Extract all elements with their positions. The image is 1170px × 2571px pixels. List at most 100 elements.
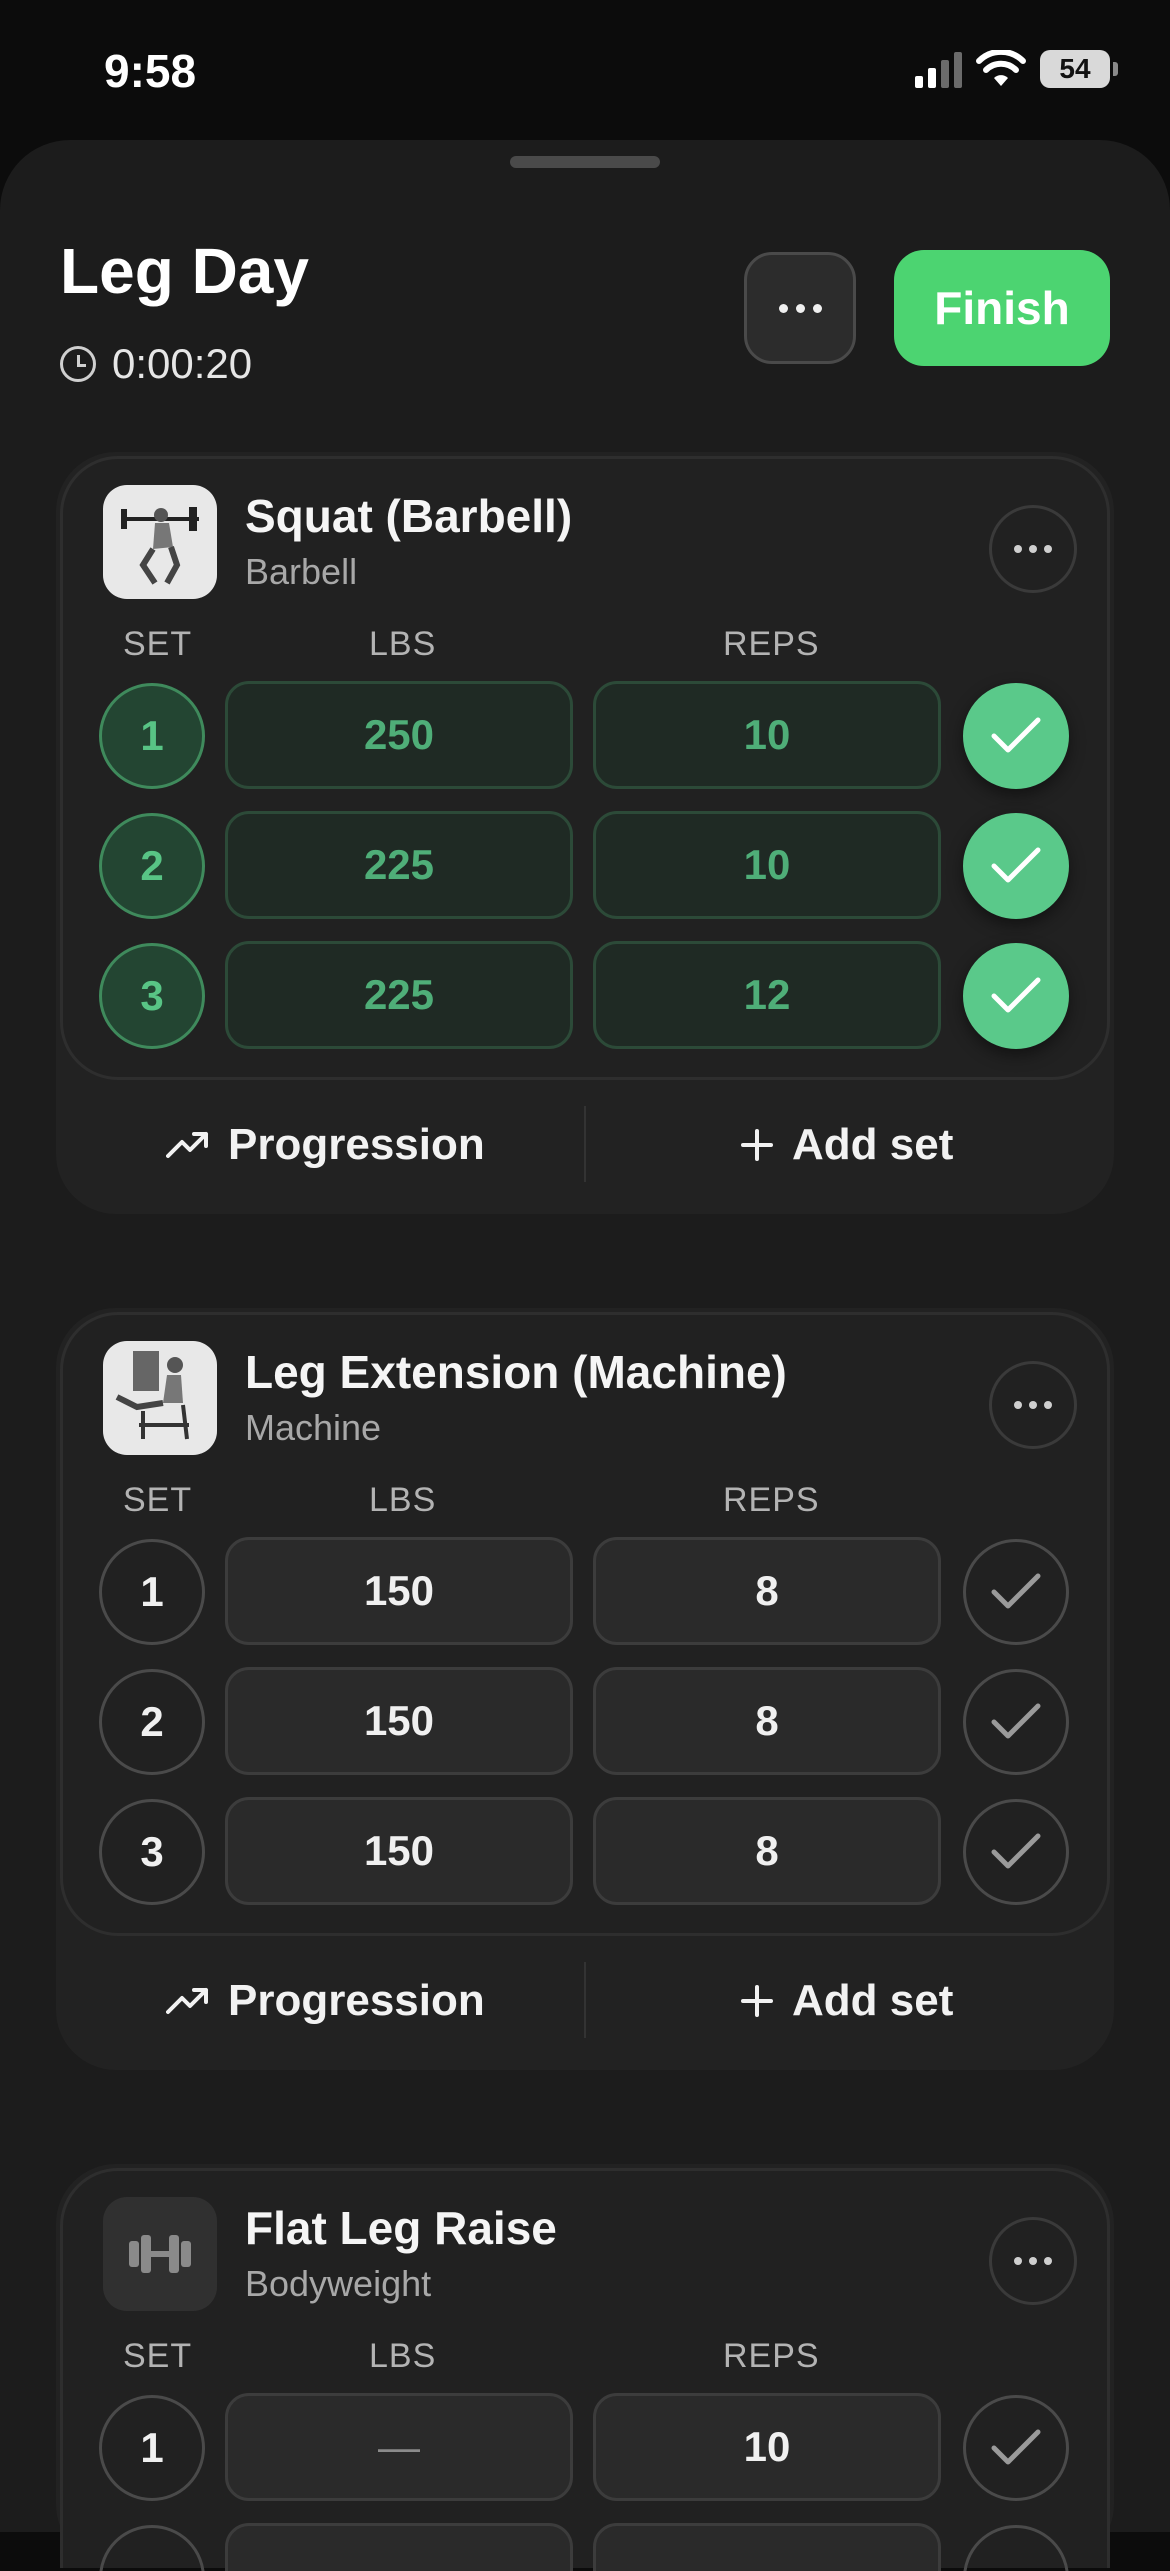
- cellular-signal-icon: [915, 50, 962, 88]
- progression-button[interactable]: Progression: [166, 1936, 485, 2066]
- checkmark-icon: [991, 847, 1041, 883]
- exercise-equipment: Barbell: [245, 551, 358, 592]
- exercise-footer: Progression Add set: [56, 1080, 1114, 1210]
- weight-input[interactable]: 150: [225, 1667, 573, 1775]
- set-number[interactable]: 1: [99, 2395, 205, 2501]
- add-set-button[interactable]: Add set: [740, 1080, 953, 1210]
- reps-input[interactable]: 8: [593, 1537, 941, 1645]
- exercise-menu-button[interactable]: [989, 2217, 1077, 2305]
- wifi-icon: [976, 50, 1026, 86]
- weight-input[interactable]: 250: [225, 681, 573, 789]
- checkmark-icon: [991, 717, 1041, 753]
- complete-set-button[interactable]: [963, 1539, 1069, 1645]
- complete-set-button[interactable]: [963, 813, 1069, 919]
- more-icon: [1014, 1401, 1022, 1409]
- footer-divider: [584, 1106, 586, 1182]
- checkmark-icon: [991, 2429, 1041, 2465]
- progression-label: Progression: [228, 1120, 485, 1169]
- set-number[interactable]: 1: [99, 1539, 205, 1645]
- progression-label: Progression: [228, 1976, 485, 2025]
- squat-illustration-icon[interactable]: [103, 485, 217, 599]
- set-row: 1 — 10: [99, 2393, 1079, 2503]
- checkmark-icon: [991, 977, 1041, 1013]
- reps-input[interactable]: 8: [593, 1667, 941, 1775]
- set-row: 1 150 8: [99, 1537, 1079, 1647]
- status-icons: 54: [915, 50, 1118, 88]
- reps-input[interactable]: 12: [593, 941, 941, 1049]
- status-time: 9:58: [104, 45, 197, 97]
- set-row: 1 250 10: [99, 681, 1079, 791]
- reps-column-header: REPS: [723, 1481, 820, 1519]
- exercise-equipment: Machine: [245, 1407, 382, 1448]
- more-icon: [778, 303, 788, 313]
- set-row-partial: [99, 2523, 1079, 2571]
- workout-sheet: Leg Day 0:00:20 Finish Squat (Barbell) B…: [0, 140, 1170, 2571]
- workout-timer: 0:00:20: [60, 340, 252, 388]
- finish-button[interactable]: Finish: [894, 250, 1110, 366]
- lbs-column-header: LBS: [369, 625, 437, 663]
- weight-input[interactable]: 225: [225, 941, 573, 1049]
- add-set-label: Add set: [792, 1976, 954, 2025]
- plus-icon: [741, 1129, 773, 1161]
- set-row: 2 150 8: [99, 1667, 1079, 1777]
- reps-input[interactable]: [593, 2523, 941, 2571]
- checkmark-icon: [991, 1573, 1041, 1609]
- weight-input[interactable]: [225, 2523, 573, 2571]
- sheet-grabber[interactable]: [510, 156, 660, 168]
- exercise-name[interactable]: Leg Extension (Machine): [245, 1345, 787, 1399]
- trending-up-icon: [166, 1988, 208, 2014]
- exercise-equipment: Bodyweight: [245, 2263, 432, 2304]
- set-row: 2 225 10: [99, 811, 1079, 921]
- set-column-header: SET: [123, 625, 193, 663]
- exercise-sets-panel: Squat (Barbell) Barbell SET LBS REPS 1 2…: [60, 456, 1110, 1080]
- exercise-menu-button[interactable]: [989, 1361, 1077, 1449]
- complete-set-button[interactable]: [963, 2395, 1069, 2501]
- complete-set-button[interactable]: [963, 1799, 1069, 1905]
- exercise-card: Leg Extension (Machine) Machine SET LBS …: [56, 1308, 1114, 2070]
- plus-icon: [741, 1985, 773, 2017]
- complete-set-button[interactable]: [963, 943, 1069, 1049]
- leg-extension-illustration-icon[interactable]: [103, 1341, 217, 1455]
- dumbbell-icon[interactable]: [103, 2197, 217, 2311]
- exercise-card: Flat Leg Raise Bodyweight SET LBS REPS 1…: [56, 2164, 1114, 2571]
- weight-input[interactable]: 225: [225, 811, 573, 919]
- exercise-menu-button[interactable]: [989, 505, 1077, 593]
- weight-input[interactable]: 150: [225, 1537, 573, 1645]
- set-number[interactable]: 2: [99, 1669, 205, 1775]
- set-number[interactable]: 3: [99, 943, 205, 1049]
- battery-indicator: 54: [1040, 50, 1118, 88]
- reps-input[interactable]: 10: [593, 681, 941, 789]
- set-number[interactable]: 1: [99, 683, 205, 789]
- timer-text: 0:00:20: [112, 340, 253, 387]
- reps-input[interactable]: 10: [593, 811, 941, 919]
- weight-input[interactable]: —: [225, 2393, 573, 2501]
- workout-title: Leg Day: [60, 235, 309, 307]
- more-icon: [1014, 2257, 1022, 2265]
- exercise-name[interactable]: Squat (Barbell): [245, 489, 572, 543]
- add-set-button[interactable]: Add set: [740, 1936, 953, 2066]
- exercise-name[interactable]: Flat Leg Raise: [245, 2201, 557, 2255]
- trending-up-icon: [166, 1132, 208, 1158]
- weight-input[interactable]: 150: [225, 1797, 573, 1905]
- set-number[interactable]: 2: [99, 813, 205, 919]
- set-column-header: SET: [123, 2337, 193, 2375]
- clock-icon: [60, 346, 96, 382]
- complete-set-button[interactable]: [963, 1669, 1069, 1775]
- set-row: 3 150 8: [99, 1797, 1079, 1907]
- footer-divider: [584, 1962, 586, 2038]
- exercise-sets-panel: Leg Extension (Machine) Machine SET LBS …: [60, 1312, 1110, 1936]
- lbs-column-header: LBS: [369, 1481, 437, 1519]
- reps-column-header: REPS: [723, 625, 820, 663]
- reps-input[interactable]: 10: [593, 2393, 941, 2501]
- reps-column-header: REPS: [723, 2337, 820, 2375]
- workout-menu-button[interactable]: [744, 252, 856, 364]
- progression-button[interactable]: Progression: [166, 1080, 485, 1210]
- reps-input[interactable]: 8: [593, 1797, 941, 1905]
- lbs-column-header: LBS: [369, 2337, 437, 2375]
- more-icon: [1014, 545, 1022, 553]
- status-bar: 9:58 54: [0, 0, 1170, 140]
- complete-set-button[interactable]: [963, 683, 1069, 789]
- exercise-sets-panel: Flat Leg Raise Bodyweight SET LBS REPS 1…: [60, 2168, 1110, 2571]
- exercise-footer: Progression Add set: [56, 1936, 1114, 2066]
- set-number[interactable]: 3: [99, 1799, 205, 1905]
